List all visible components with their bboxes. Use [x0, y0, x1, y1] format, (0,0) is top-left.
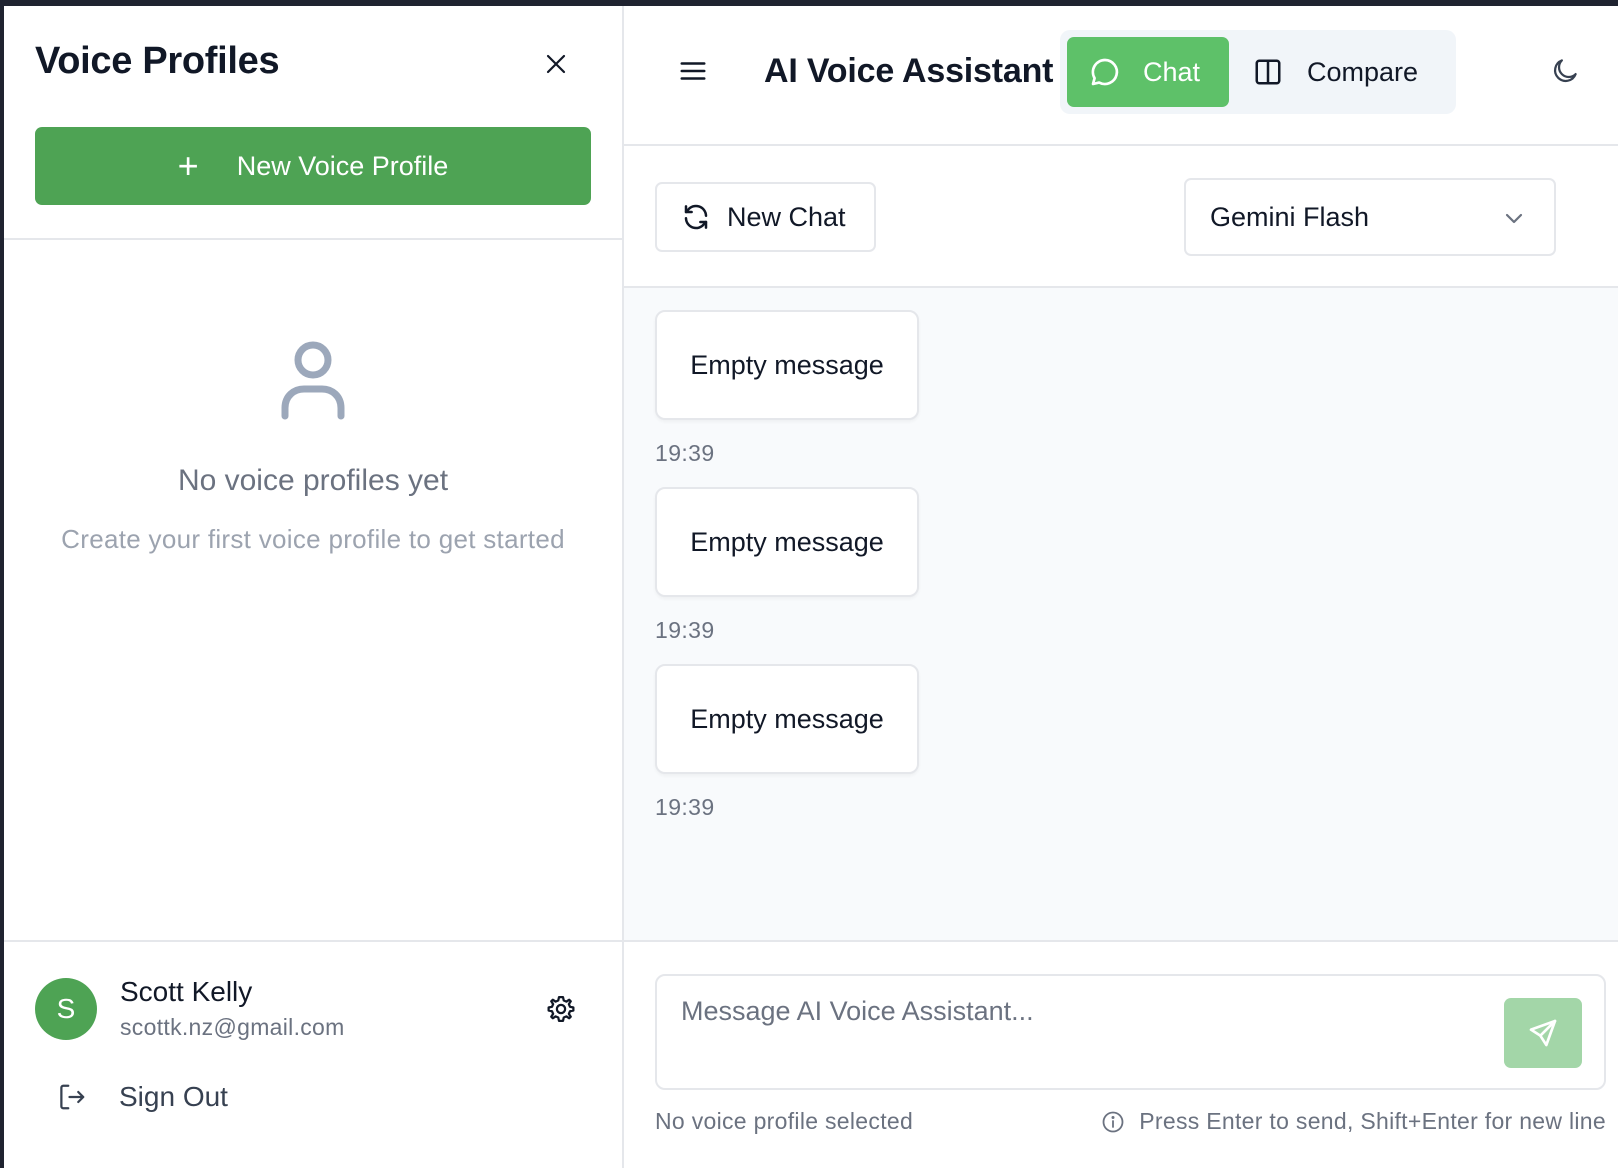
sidebar-header: Voice Profiles + New Voice Profile: [4, 6, 622, 240]
moon-icon: [1553, 59, 1577, 83]
refresh-icon: [684, 204, 708, 230]
settings-gear-icon: [547, 996, 575, 1022]
chat-toolbar: New Chat Gemini Flash: [624, 146, 1618, 288]
message-bubble: Empty message: [655, 310, 919, 420]
message: Empty message 19:39: [655, 664, 1587, 821]
voice-profile-status: No voice profile selected: [655, 1108, 914, 1134]
message-timestamp: 19:39: [655, 794, 715, 820]
voice-profiles-sidebar: Voice Profiles + New Voice Profile No vo…: [4, 6, 624, 1168]
tab-compare-label: Compare: [1307, 56, 1419, 87]
model-select[interactable]: Gemini Flash: [1184, 178, 1556, 256]
keyboard-hint: Press Enter to send, Shift+Enter for new…: [1101, 1108, 1606, 1135]
sign-out-label: Sign Out: [119, 1081, 228, 1112]
app-window: Voice Profiles + New Voice Profile No vo…: [4, 6, 1618, 1168]
user-profile-row: S Scott Kelly scottk.nz@gmail.com: [35, 976, 591, 1041]
message-input-box: [655, 974, 1606, 1090]
message-list: Empty message 19:39 Empty message 19:39 …: [624, 288, 1618, 942]
info-icon: [1102, 1111, 1124, 1132]
user-name: Scott Kelly: [120, 976, 253, 1007]
keyboard-hint-text: Press Enter to send, Shift+Enter for new…: [1139, 1108, 1606, 1134]
avatar: S: [35, 977, 97, 1040]
sidebar-title: Voice Profiles: [35, 40, 280, 82]
plus-icon: +: [177, 145, 199, 186]
send-icon: [1529, 1019, 1557, 1047]
chevron-down-icon: [1505, 213, 1523, 224]
send-button[interactable]: [1504, 998, 1582, 1068]
tab-chat-label: Chat: [1143, 56, 1201, 87]
menu-button[interactable]: [678, 56, 714, 88]
model-select-value: Gemini Flash: [1210, 201, 1370, 232]
settings-button[interactable]: [544, 992, 578, 1026]
message-bubble: Empty message: [655, 487, 919, 597]
sign-out-button[interactable]: Sign Out: [35, 1081, 591, 1113]
top-bar: AI Voice Assistant Chat Compare: [624, 6, 1618, 146]
chat-bubble-icon: [1091, 58, 1119, 86]
chat-main: AI Voice Assistant Chat Compare New Chat…: [624, 6, 1618, 1168]
new-chat-button[interactable]: New Chat: [655, 182, 876, 252]
empty-title: No voice profiles yet: [177, 464, 449, 497]
user-icon: [281, 341, 345, 420]
empty-profiles-state: No voice profiles yet Create your first …: [4, 240, 622, 940]
empty-subtitle: Create your first voice profile to get s…: [61, 524, 565, 554]
message: Empty message 19:39: [655, 487, 1587, 644]
user-info: Scott Kelly scottk.nz@gmail.com: [120, 976, 345, 1041]
message-input[interactable]: [657, 976, 1417, 1076]
columns-icon: [1255, 59, 1281, 85]
new-chat-label: New Chat: [727, 201, 846, 232]
message-timestamp: 19:39: [655, 617, 715, 643]
close-sidebar-button[interactable]: [540, 48, 572, 80]
message: Empty message 19:39: [655, 310, 1587, 467]
new-voice-profile-button[interactable]: + New Voice Profile: [35, 127, 591, 205]
theme-toggle-button[interactable]: [1550, 56, 1584, 90]
sidebar-footer: S Scott Kelly scottk.nz@gmail.com Sign O…: [4, 940, 622, 1168]
message-timestamp: 19:39: [655, 440, 715, 466]
tab-compare[interactable]: Compare: [1229, 37, 1449, 107]
close-icon: [546, 54, 566, 74]
composer: No voice profile selected Press Enter to…: [624, 942, 1618, 1168]
tab-chat[interactable]: Chat: [1067, 37, 1229, 107]
user-email: scottk.nz@gmail.com: [120, 1014, 345, 1040]
mode-toggle: Chat Compare: [1060, 30, 1456, 114]
menu-icon: [680, 62, 706, 80]
new-voice-profile-label: New Voice Profile: [236, 150, 449, 181]
sign-out-icon: [60, 1084, 85, 1110]
app-title: AI Voice Assistant: [764, 52, 1054, 90]
message-bubble: Empty message: [655, 664, 919, 774]
